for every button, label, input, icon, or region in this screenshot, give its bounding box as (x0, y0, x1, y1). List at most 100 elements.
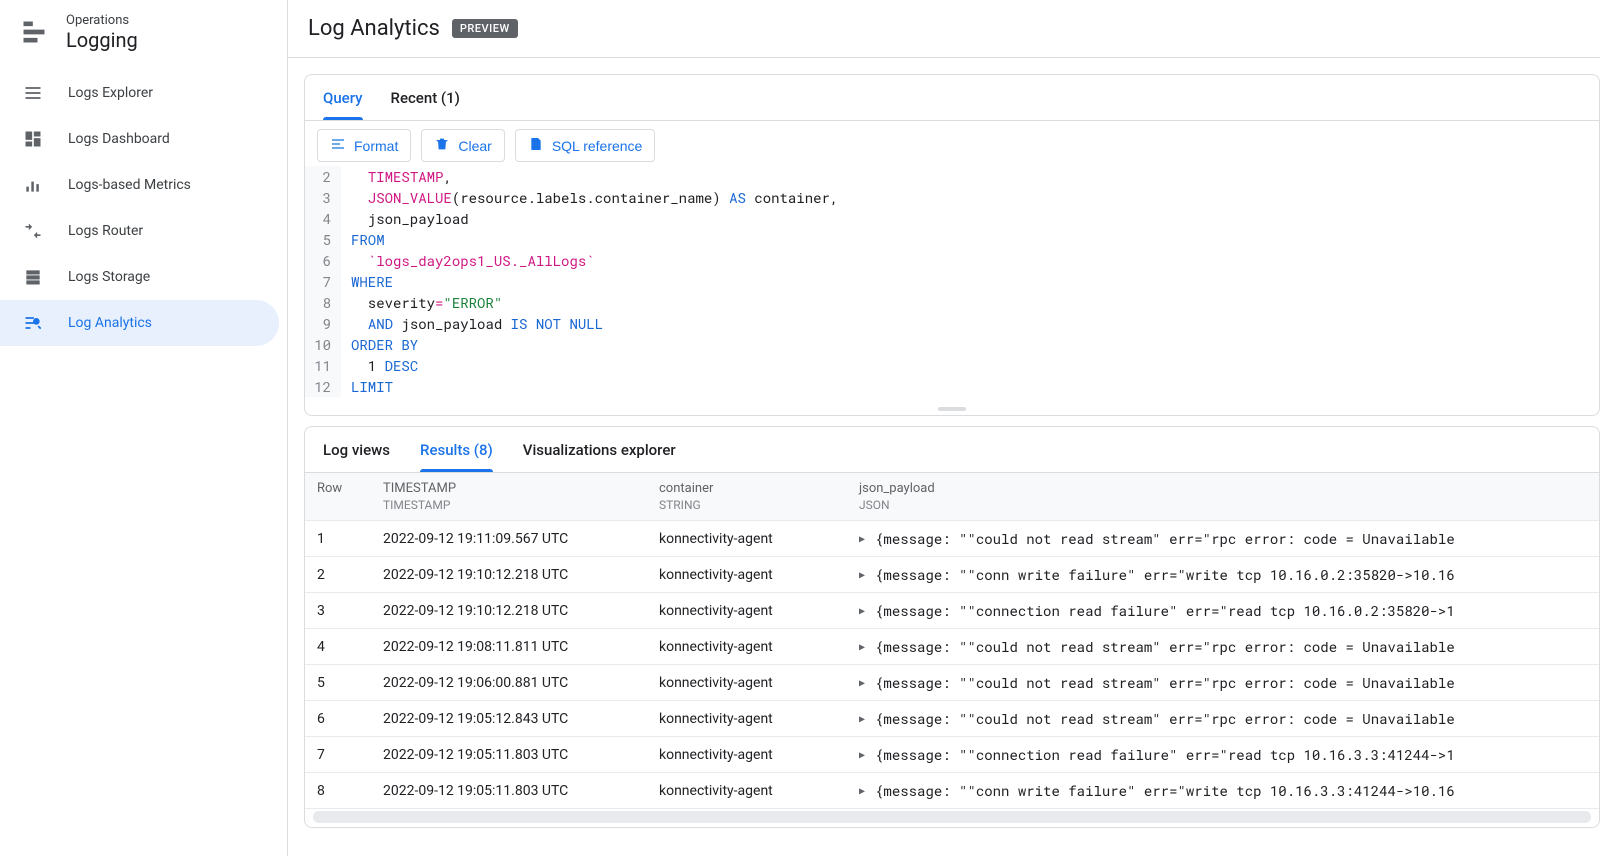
cell-container: konnectivity-agent (659, 567, 859, 583)
cell-json-payload: ▶ {message: ""could not read stream" err=… (859, 673, 1587, 692)
page-header: Log Analytics PREVIEW (288, 0, 1600, 58)
router-icon (22, 220, 44, 242)
expand-caret-icon[interactable]: ▶ (859, 532, 865, 545)
results-panel: Log views Results (8) Visualizations exp… (304, 426, 1600, 828)
payload-text: {message: ""conn write failure" err="wri… (875, 565, 1455, 584)
sidebar-item-label: Log Analytics (68, 315, 152, 331)
tab-log-views[interactable]: Log views (323, 427, 390, 472)
column-name: container (659, 481, 859, 496)
sidebar-item-logs-metrics[interactable]: Logs-based Metrics (0, 162, 279, 208)
column-name: Row (317, 481, 383, 496)
cell-timestamp: 2022-09-12 19:10:12.218 UTC (383, 567, 659, 583)
analytics-icon (22, 312, 44, 334)
payload-text: {message: ""could not read stream" err="… (875, 709, 1455, 728)
payload-text: {message: ""could not read stream" err="… (875, 529, 1455, 548)
payload-text: {message: ""connection read failure" err… (875, 601, 1455, 620)
expand-caret-icon[interactable]: ▶ (859, 640, 865, 653)
expand-caret-icon[interactable]: ▶ (859, 568, 865, 581)
button-label: Format (354, 138, 398, 154)
format-button[interactable]: Format (317, 129, 411, 162)
column-type: JSON (859, 498, 1587, 512)
payload-text: {message: ""connection read failure" err… (875, 745, 1455, 764)
cell-json-payload: ▶ {message: ""conn write failure" err="wr… (859, 781, 1587, 800)
cell-row: 8 (317, 783, 383, 799)
button-label: Clear (458, 138, 491, 154)
sidebar-item-logs-dashboard[interactable]: Logs Dashboard (0, 116, 279, 162)
product-header: Operations Logging (0, 0, 287, 64)
cell-timestamp: 2022-09-12 19:05:11.803 UTC (383, 783, 659, 799)
cell-row: 2 (317, 567, 383, 583)
cell-timestamp: 2022-09-12 19:10:12.218 UTC (383, 603, 659, 619)
cell-row: 4 (317, 639, 383, 655)
expand-caret-icon[interactable]: ▶ (859, 604, 865, 617)
table-row[interactable]: 12022-09-12 19:11:09.567 UTCkonnectivity… (305, 521, 1599, 557)
table-row[interactable]: 62022-09-12 19:05:12.843 UTCkonnectivity… (305, 701, 1599, 737)
cell-container: konnectivity-agent (659, 639, 859, 655)
table-row[interactable]: 82022-09-12 19:05:11.803 UTCkonnectivity… (305, 773, 1599, 809)
tab-query[interactable]: Query (323, 75, 363, 120)
storage-icon (22, 266, 44, 288)
product-titles: Operations Logging (66, 13, 138, 52)
expand-caret-icon[interactable]: ▶ (859, 748, 865, 761)
cell-container: konnectivity-agent (659, 675, 859, 691)
table-row[interactable]: 52022-09-12 19:06:00.881 UTCkonnectivity… (305, 665, 1599, 701)
cell-timestamp: 2022-09-12 19:08:11.811 UTC (383, 639, 659, 655)
expand-caret-icon[interactable]: ▶ (859, 676, 865, 689)
tab-results[interactable]: Results (8) (420, 427, 493, 472)
payload-text: {message: ""conn write failure" err="wri… (875, 781, 1455, 800)
cell-json-payload: ▶ {message: ""connection read failure" er… (859, 601, 1587, 620)
column-name: TIMESTAMP (383, 481, 659, 496)
cell-container: konnectivity-agent (659, 783, 859, 799)
cell-container: konnectivity-agent (659, 531, 859, 547)
cell-json-payload: ▶ {message: ""could not read stream" err=… (859, 709, 1587, 728)
table-row[interactable]: 72022-09-12 19:05:11.803 UTCkonnectivity… (305, 737, 1599, 773)
panel-resize-handle[interactable] (305, 403, 1599, 415)
table-row[interactable]: 42022-09-12 19:08:11.811 UTCkonnectivity… (305, 629, 1599, 665)
sidebar-item-logs-storage[interactable]: Logs Storage (0, 254, 279, 300)
cell-timestamp: 2022-09-12 19:06:00.881 UTC (383, 675, 659, 691)
horizontal-scrollbar[interactable] (313, 811, 1591, 823)
sidebar-item-label: Logs Dashboard (68, 131, 170, 147)
expand-caret-icon[interactable]: ▶ (859, 784, 865, 797)
cell-container: konnectivity-agent (659, 603, 859, 619)
product-super-title: Operations (66, 13, 138, 28)
sidebar-item-logs-explorer[interactable]: Logs Explorer (0, 70, 279, 116)
cell-json-payload: ▶ {message: ""conn write failure" err="wr… (859, 565, 1587, 584)
column-header-container: container STRING (659, 481, 859, 512)
clear-button[interactable]: Clear (421, 129, 504, 162)
cell-timestamp: 2022-09-12 19:11:09.567 UTC (383, 531, 659, 547)
cell-row: 3 (317, 603, 383, 619)
app-root: Operations Logging Logs Explorer Logs Da… (0, 0, 1600, 856)
cell-row: 1 (317, 531, 383, 547)
sidebar-item-log-analytics[interactable]: Log Analytics (0, 300, 279, 346)
sidebar-item-label: Logs-based Metrics (68, 177, 191, 193)
sidebar-item-label: Logs Explorer (68, 85, 153, 101)
editor-gutter: 23456789101112 (305, 166, 341, 397)
sidebar-item-logs-router[interactable]: Logs Router (0, 208, 279, 254)
tab-visualizations[interactable]: Visualizations explorer (523, 427, 676, 472)
payload-text: {message: ""could not read stream" err="… (875, 673, 1455, 692)
results-tabs: Log views Results (8) Visualizations exp… (305, 427, 1599, 473)
trash-icon (434, 136, 450, 155)
table-row[interactable]: 22022-09-12 19:10:12.218 UTCkonnectivity… (305, 557, 1599, 593)
sql-reference-button[interactable]: SQL reference (515, 129, 656, 162)
results-table-header: Row TIMESTAMP TIMESTAMP container STRING… (305, 473, 1599, 521)
cell-timestamp: 2022-09-12 19:05:12.843 UTC (383, 711, 659, 727)
query-tabs: Query Recent (1) (305, 75, 1599, 121)
product-title: Logging (66, 28, 138, 52)
tab-recent[interactable]: Recent (1) (391, 75, 460, 120)
logging-product-icon (20, 18, 48, 46)
preview-badge: PREVIEW (452, 19, 518, 38)
bar-chart-icon (22, 174, 44, 196)
sql-editor[interactable]: 23456789101112 TIMESTAMP, JSON_VALUE(res… (305, 166, 1599, 403)
payload-text: {message: ""could not read stream" err="… (875, 637, 1455, 656)
column-header-json-payload: json_payload JSON (859, 481, 1587, 512)
table-row[interactable]: 32022-09-12 19:10:12.218 UTCkonnectivity… (305, 593, 1599, 629)
expand-caret-icon[interactable]: ▶ (859, 712, 865, 725)
editor-code[interactable]: TIMESTAMP, JSON_VALUE(resource.labels.co… (341, 166, 838, 397)
cell-json-payload: ▶ {message: ""could not read stream" err=… (859, 529, 1587, 548)
query-toolbar: Format Clear SQL reference (305, 121, 1599, 166)
cell-json-payload: ▶ {message: ""connection read failure" er… (859, 745, 1587, 764)
sidebar-item-label: Logs Storage (68, 269, 150, 285)
sidebar: Operations Logging Logs Explorer Logs Da… (0, 0, 288, 856)
